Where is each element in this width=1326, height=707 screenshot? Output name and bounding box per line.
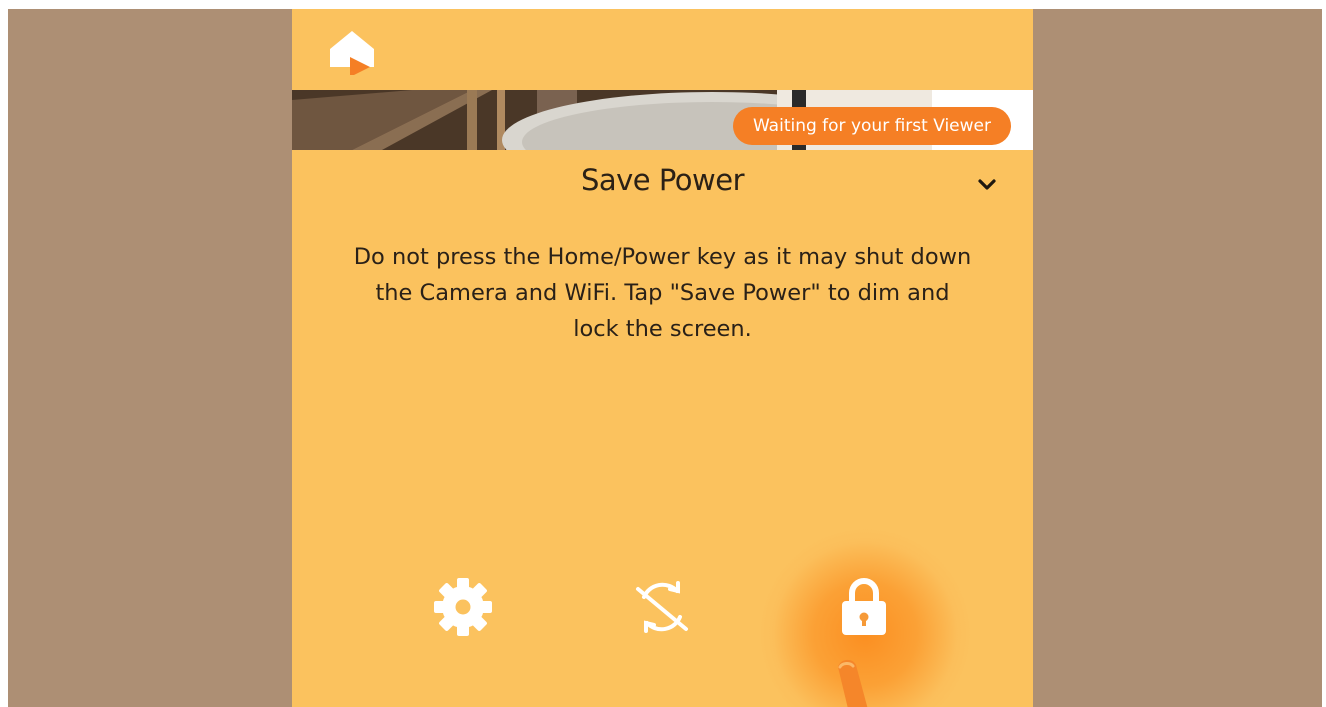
app-screen: Waiting for your first Viewer Save Power… <box>292 9 1033 707</box>
mode-title: Save Power <box>580 163 745 197</box>
rotation-lock-off-icon <box>636 581 688 633</box>
camera-preview: Waiting for your first Viewer <box>292 90 1033 150</box>
tap-hint-finger <box>838 660 868 707</box>
home-camera-logo-icon <box>330 31 374 75</box>
rotation-lock-button[interactable] <box>622 567 702 647</box>
mode-selector[interactable]: Save Power <box>292 159 1033 207</box>
viewer-status-badge: Waiting for your first Viewer <box>732 107 1011 145</box>
lock-icon <box>842 578 886 635</box>
chevron-down-icon[interactable] <box>972 169 1002 199</box>
save-power-lock-button[interactable] <box>824 569 904 649</box>
gear-icon <box>434 578 492 636</box>
settings-button[interactable] <box>423 567 503 647</box>
instructions-text: Do not press the Home/Power key as it ma… <box>353 244 972 342</box>
